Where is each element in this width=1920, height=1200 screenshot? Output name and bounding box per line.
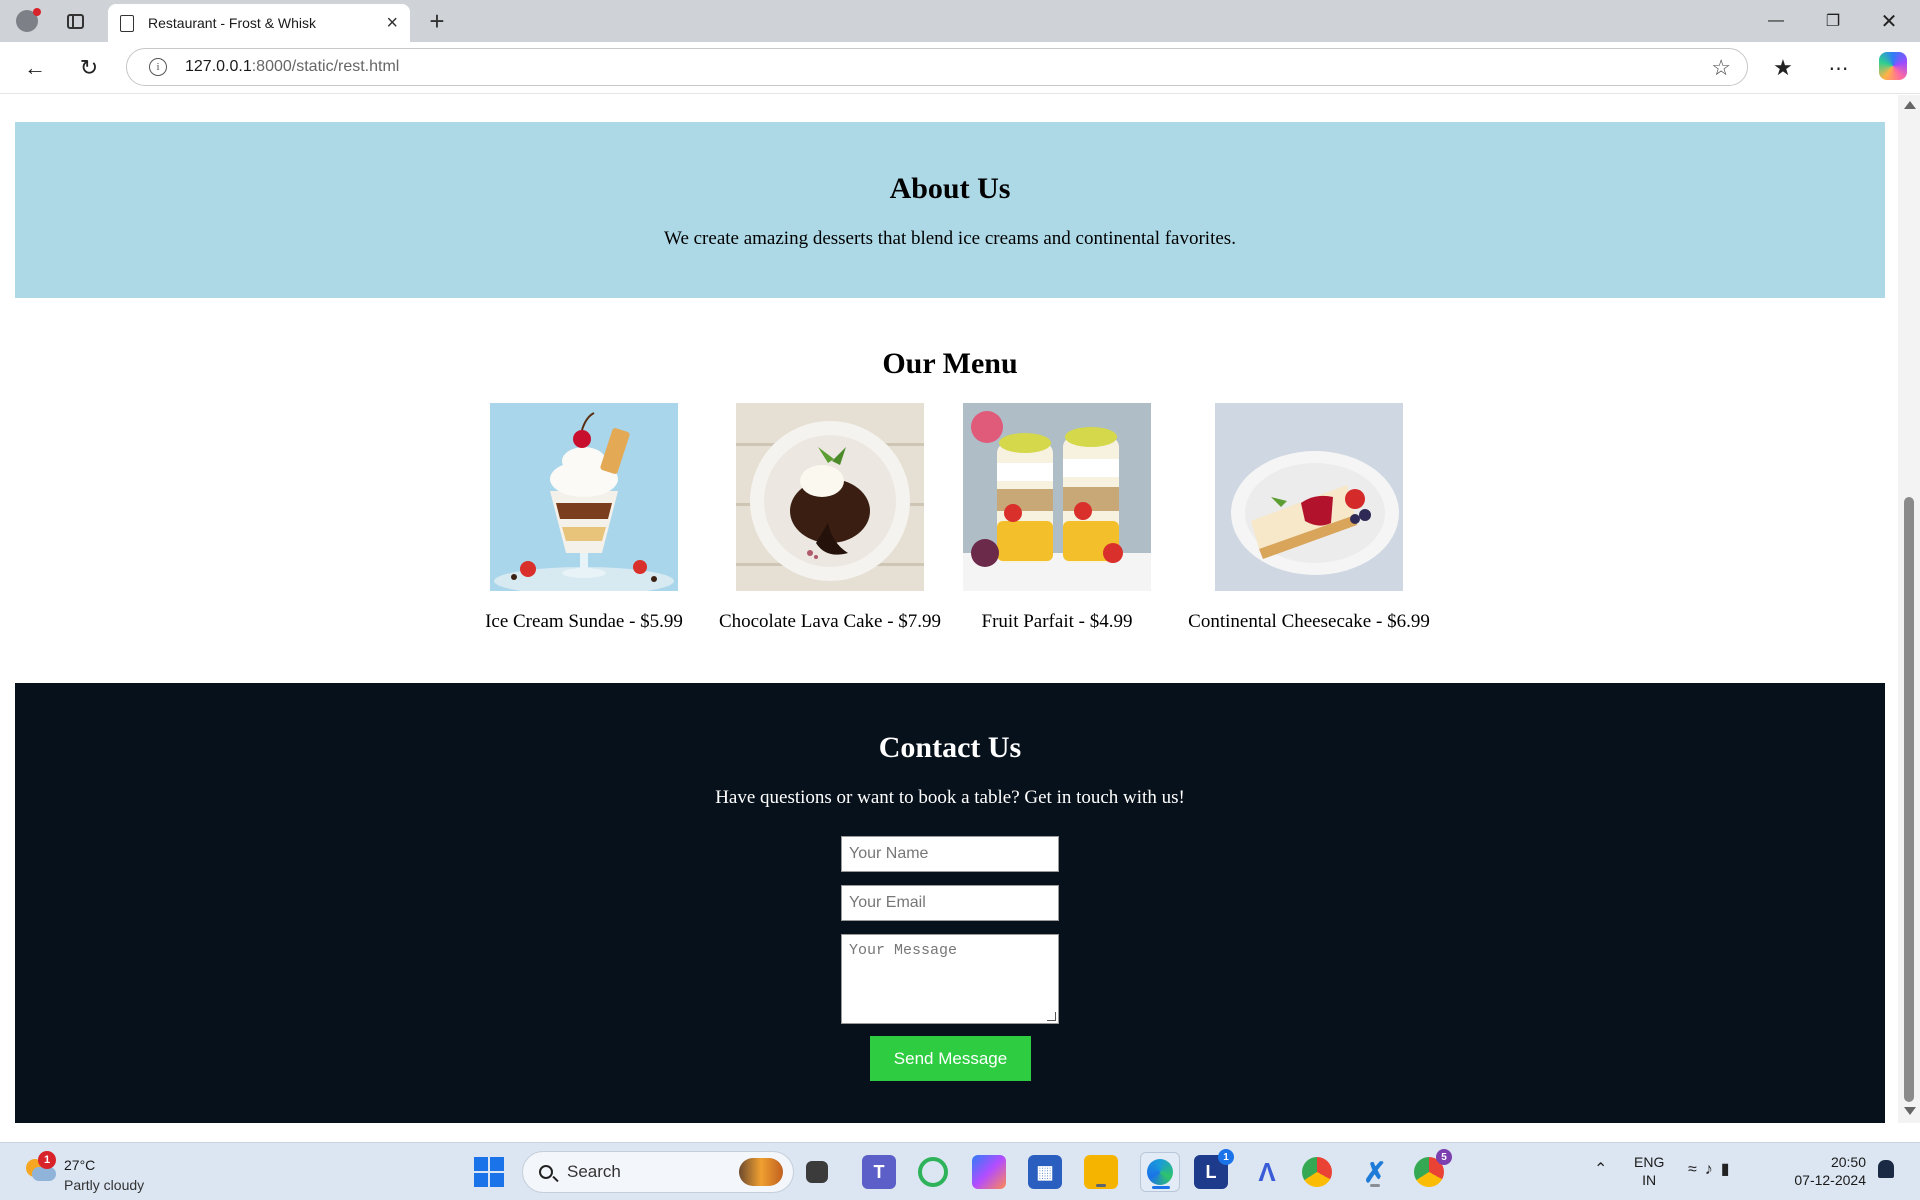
refresh-app-icon[interactable] xyxy=(918,1157,948,1187)
page-scrollbar[interactable] xyxy=(1898,95,1920,1123)
search-icon xyxy=(539,1165,553,1179)
tab-restaurant[interactable]: Restaurant - Frost & Whisk × xyxy=(108,4,410,42)
page-viewport: About Us We create amazing desserts that… xyxy=(0,95,1898,1123)
windows-taskbar: 1 27°C Partly cloudy Search T ▦ L 1 Λ ✗ … xyxy=(0,1142,1920,1200)
edge-icon[interactable] xyxy=(1140,1152,1180,1192)
menu-item: Ice Cream Sundae - $5.99 xyxy=(471,403,697,633)
menu-item: Continental Cheesecake - $6.99 xyxy=(1175,403,1443,633)
notifications-bell-icon[interactable] xyxy=(1878,1160,1894,1178)
back-arrow-icon[interactable]: ← xyxy=(18,52,52,84)
clock-date: 07-12-2024 xyxy=(1794,1172,1866,1188)
chrome-profile-icon[interactable]: 5 xyxy=(1414,1149,1452,1187)
address-bar[interactable]: i 127.0.0.1:8000/static/rest.html ☆ xyxy=(126,48,1748,86)
clock[interactable]: 20:50 07-12-2024 xyxy=(1786,1153,1866,1189)
chrome-icon[interactable] xyxy=(1302,1157,1332,1187)
menu-item: Fruit Parfait - $4.99 xyxy=(957,403,1157,633)
tab-close-icon[interactable]: × xyxy=(386,12,398,35)
teams-badge: 1 xyxy=(1218,1149,1234,1165)
l-app-icon[interactable]: L 1 xyxy=(1194,1149,1234,1189)
menu-section: Our Menu Ice Cream Sundae - $5.99 Chocol… xyxy=(15,347,1885,632)
language-indicator[interactable]: ENG IN xyxy=(1634,1153,1664,1189)
show-hidden-icons-icon[interactable]: ⌃ xyxy=(1594,1159,1607,1179)
file-explorer-icon[interactable] xyxy=(1084,1155,1118,1189)
vscode-icon[interactable]: ✗ xyxy=(1358,1155,1392,1189)
message-placeholder: Your Message xyxy=(849,942,958,959)
chocolate-lava-cake-photo xyxy=(736,403,924,591)
contact-heading: Contact Us xyxy=(878,731,1022,764)
favorites-icon[interactable]: ★ xyxy=(1766,52,1800,84)
site-info-icon[interactable]: i xyxy=(149,58,167,76)
menu-item: Chocolate Lava Cake - $7.99 xyxy=(710,403,950,633)
profile-icon[interactable] xyxy=(10,6,44,36)
fruit-parfait-photo xyxy=(963,403,1151,591)
start-icon[interactable] xyxy=(472,1155,506,1189)
volume-icon[interactable]: ♪ xyxy=(1705,1161,1721,1178)
cheesecake-photo xyxy=(1215,403,1403,591)
weather-temperature: 27°C xyxy=(64,1157,96,1173)
menu-items: Ice Cream Sundae - $5.99 Chocolate Lava … xyxy=(15,403,1885,643)
task-view-icon[interactable] xyxy=(806,1161,828,1183)
more-options-icon[interactable]: ⋯ xyxy=(1822,52,1856,84)
menu-item-caption: Continental Cheesecake - $6.99 xyxy=(1188,611,1430,632)
contact-section: Contact Us Have questions or want to boo… xyxy=(15,683,1885,1123)
weather-condition: Partly cloudy xyxy=(64,1177,145,1193)
scroll-down-arrow-icon[interactable] xyxy=(1904,1107,1916,1115)
menu-item-caption: Fruit Parfait - $4.99 xyxy=(981,611,1133,632)
menu-item-caption: Chocolate Lava Cake - $7.99 xyxy=(718,611,942,632)
page-icon xyxy=(120,14,134,32)
name-field[interactable]: Your Name xyxy=(841,836,1059,872)
copilot-icon[interactable] xyxy=(1879,52,1907,80)
email-field[interactable]: Your Email xyxy=(841,885,1059,921)
window-close-icon[interactable]: ✕ xyxy=(1866,6,1912,36)
reload-icon[interactable]: ↻ xyxy=(72,52,106,84)
taskbar-search[interactable]: Search xyxy=(522,1151,794,1193)
about-text: We create amazing desserts that blend ic… xyxy=(664,228,1236,249)
copilot-app-icon[interactable] xyxy=(972,1155,1006,1189)
tab-title: Restaurant - Frost & Whisk xyxy=(148,15,317,31)
store-icon[interactable]: ▦ xyxy=(1028,1155,1062,1189)
new-tab-icon[interactable]: + xyxy=(420,6,454,36)
weather-badge: 1 xyxy=(38,1151,56,1169)
url-path: :8000/static/rest.html xyxy=(251,58,400,75)
resize-grip-icon[interactable] xyxy=(1047,1012,1056,1021)
weather-widget[interactable]: 1 27°C Partly cloudy xyxy=(22,1151,182,1195)
arc-icon[interactable]: Λ xyxy=(1250,1155,1284,1189)
url-host: 127.0.0.1 xyxy=(185,58,252,75)
language-primary: ENG xyxy=(1634,1154,1665,1170)
restore-icon[interactable]: ❐ xyxy=(1810,6,1856,36)
contact-text: Have questions or want to book a table? … xyxy=(715,787,1185,808)
about-section: About Us We create amazing desserts that… xyxy=(15,122,1885,298)
battery-icon[interactable]: ▮ xyxy=(1721,1161,1738,1178)
search-label: Search xyxy=(567,1162,621,1181)
browser-tab-bar: Restaurant - Frost & Whisk × + — ❐ ✕ xyxy=(0,0,1920,42)
teams-icon[interactable]: T xyxy=(862,1155,896,1189)
ice-cream-sundae-photo xyxy=(490,403,678,591)
wifi-icon[interactable]: ≈ xyxy=(1688,1161,1705,1178)
favorite-star-icon[interactable]: ☆ xyxy=(1711,55,1731,81)
browser-toolbar: ← ↻ i 127.0.0.1:8000/static/rest.html ☆ … xyxy=(0,42,1920,94)
scroll-up-arrow-icon[interactable] xyxy=(1904,101,1916,109)
search-highlight-icon xyxy=(739,1158,783,1186)
language-region: IN xyxy=(1642,1172,1657,1188)
chrome-badge: 5 xyxy=(1436,1149,1452,1165)
system-tray[interactable]: ≈♪▮ xyxy=(1688,1159,1738,1179)
minimize-icon[interactable]: — xyxy=(1753,6,1799,36)
tab-actions-icon[interactable] xyxy=(58,6,92,36)
scroll-thumb[interactable] xyxy=(1904,497,1914,1102)
about-heading: About Us xyxy=(889,172,1011,205)
menu-item-caption: Ice Cream Sundae - $5.99 xyxy=(485,611,683,632)
send-message-button[interactable]: Send Message xyxy=(870,1036,1031,1081)
menu-heading: Our Menu xyxy=(882,347,1018,380)
clock-time: 20:50 xyxy=(1830,1154,1866,1170)
message-field[interactable]: Your Message xyxy=(841,934,1059,1024)
